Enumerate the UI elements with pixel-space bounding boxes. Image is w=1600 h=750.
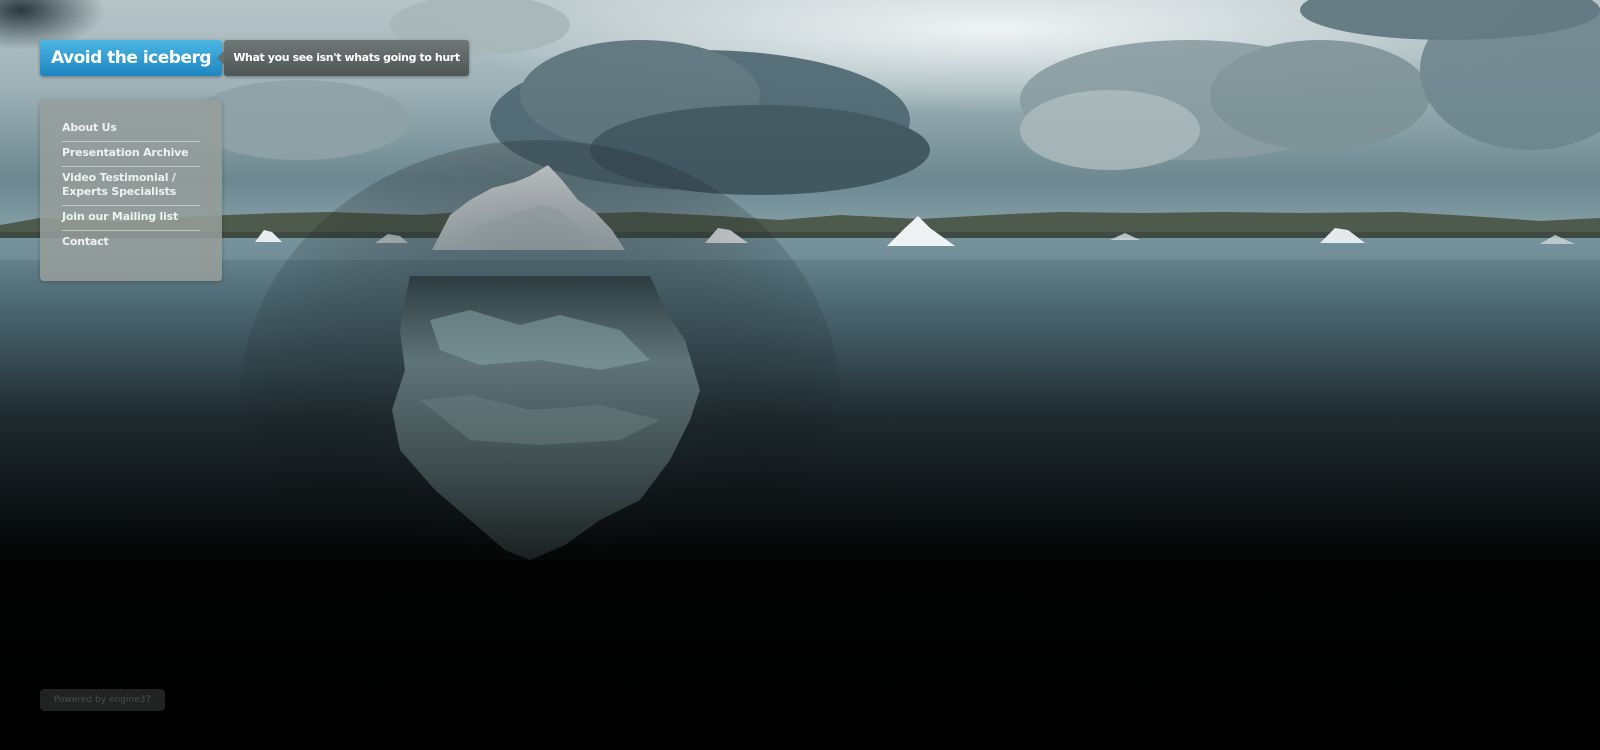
nav-item-label: About Us [62,121,117,134]
nav-item-label: Join our Mailing list [62,210,179,223]
nav-item-label: Video Testimonial / Experts Specialists [62,171,177,198]
nav-item-mailing-list[interactable]: Join our Mailing list [62,206,200,231]
nav-item-about-us[interactable]: About Us [62,117,200,142]
nav-list: About Us Presentation Archive Video Test… [40,100,222,255]
tagline-text: What you see isn't whats going to hurt [233,51,460,64]
nav-item-label: Presentation Archive [62,146,189,159]
site-title[interactable]: Avoid the iceberg [40,40,222,76]
nav-item-video-testimonial[interactable]: Video Testimonial / Experts Specialists [62,167,200,206]
site-tagline: What you see isn't whats going to hurt [217,40,469,76]
main-navigation: About Us Presentation Archive Video Test… [40,100,222,281]
powered-by-link[interactable]: Powered by engine37 [40,689,165,711]
iceberg-background-image [0,0,1600,750]
nav-item-presentation-archive[interactable]: Presentation Archive [62,142,200,167]
page: Avoid the iceberg What you see isn't wha… [0,0,1600,750]
nav-item-contact[interactable]: Contact [62,231,200,255]
triangle-left-icon [217,51,224,65]
nav-item-label: Contact [62,235,109,248]
